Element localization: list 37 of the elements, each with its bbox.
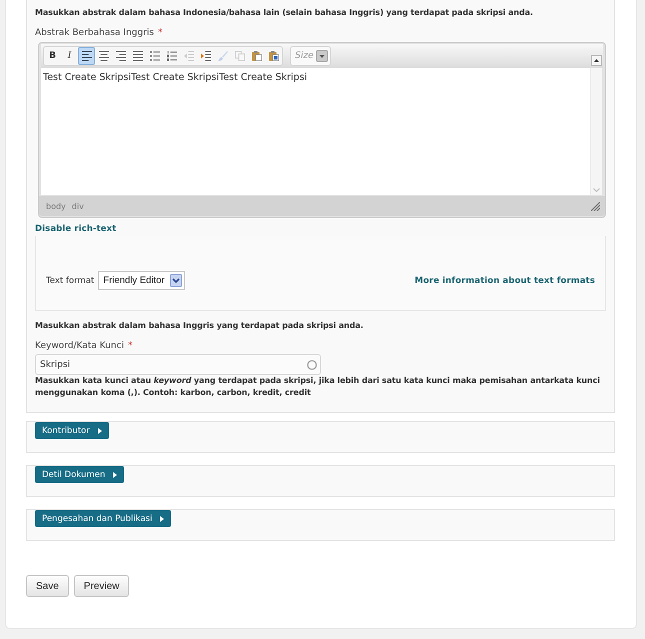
text-format-label: Text format bbox=[46, 276, 94, 286]
text-format-select[interactable]: Friendly Editor bbox=[98, 271, 185, 290]
outdent-icon bbox=[184, 51, 194, 61]
help-text: Masukkan kata kunci atau keyword yang terdapat pada skripsi, jika lebih dari satu kata kunci maka pemisahan antarkata kunci menggunakan koma (,). Contoh: karbon, carbon, kredit, credit bbox=[35, 375, 601, 399]
ring-icon bbox=[307, 360, 317, 370]
form-button[interactable]: Preview bbox=[74, 575, 130, 597]
clipboard-document-icon bbox=[268, 51, 278, 61]
bold-button[interactable]: B bbox=[44, 47, 61, 65]
italic-button[interactable]: I bbox=[61, 47, 78, 65]
section-toggle-button[interactable]: Detil Dokumen bbox=[35, 466, 124, 483]
align-left-icon bbox=[82, 51, 92, 61]
section-toggle-button[interactable]: Kontributor bbox=[35, 422, 109, 439]
indent-icon bbox=[200, 51, 210, 61]
help-text: Masukkan abstrak dalam bahasa Indonesia/bahasa lain (selain bahasa Inggris) yang terdapat pada skripsi anda. bbox=[35, 7, 534, 19]
resize-grip-icon[interactable] bbox=[591, 202, 600, 210]
scrollbar-track[interactable] bbox=[590, 68, 602, 195]
align-left-button[interactable] bbox=[78, 47, 95, 65]
scroll-up-icon[interactable] bbox=[591, 55, 602, 66]
justify-icon bbox=[132, 51, 142, 61]
scroll-down-icon bbox=[593, 188, 600, 192]
numbered-list-icon bbox=[166, 51, 176, 61]
help-text: Masukkan abstrak dalam bahasa Inggris yang terdapat pada skripsi anda. bbox=[35, 320, 364, 332]
clipboard-icon bbox=[252, 51, 262, 61]
disable-rich-text-link[interactable]: Disable rich-text bbox=[35, 223, 116, 235]
bullet-list-icon bbox=[150, 51, 160, 61]
align-right-icon bbox=[116, 51, 126, 61]
form-button[interactable]: Save bbox=[26, 575, 69, 597]
text-formats-info-link[interactable]: More information about text formats bbox=[414, 274, 595, 286]
section-toggle-button[interactable]: Pengesahan dan Publikasi bbox=[35, 510, 172, 527]
required-asterisk: * bbox=[128, 340, 132, 352]
keyword-input[interactable]: Skripsi bbox=[35, 354, 321, 375]
copy-icon bbox=[234, 51, 244, 61]
field-label: Abstrak Berbahasa Inggris bbox=[35, 27, 154, 39]
field-label: Keyword/Kata Kunci bbox=[35, 340, 124, 352]
brush-icon bbox=[218, 51, 228, 61]
required-asterisk: * bbox=[158, 27, 162, 39]
align-center-icon bbox=[98, 51, 108, 61]
